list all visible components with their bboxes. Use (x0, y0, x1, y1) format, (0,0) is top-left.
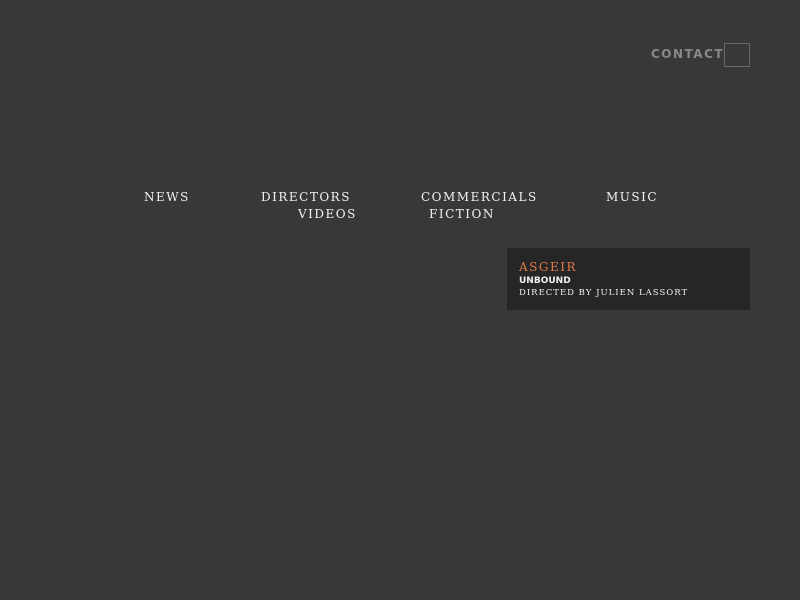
featured-subtitle: UNBOUND (519, 276, 571, 286)
nav-item-directors[interactable]: DIRECTORS (261, 190, 351, 204)
featured-project-card[interactable]: ASGEIR UNBOUND DIRECTED BY JULIEN LASSOR… (507, 248, 750, 310)
menu-toggle-button[interactable] (724, 43, 750, 67)
contact-link[interactable]: CONTACT (651, 47, 724, 61)
featured-title: ASGEIR (519, 260, 578, 274)
nav-item-news[interactable]: NEWS (144, 190, 190, 204)
nav-item-music[interactable]: MUSIC (606, 190, 658, 204)
nav-item-music-videos[interactable]: VIDEOS (298, 207, 357, 221)
nav-item-commercials[interactable]: COMMERCIALS (421, 190, 538, 204)
nav-item-fiction[interactable]: FICTION (429, 207, 495, 221)
featured-credit: DIRECTED BY JULIEN LASSORT (519, 288, 689, 298)
